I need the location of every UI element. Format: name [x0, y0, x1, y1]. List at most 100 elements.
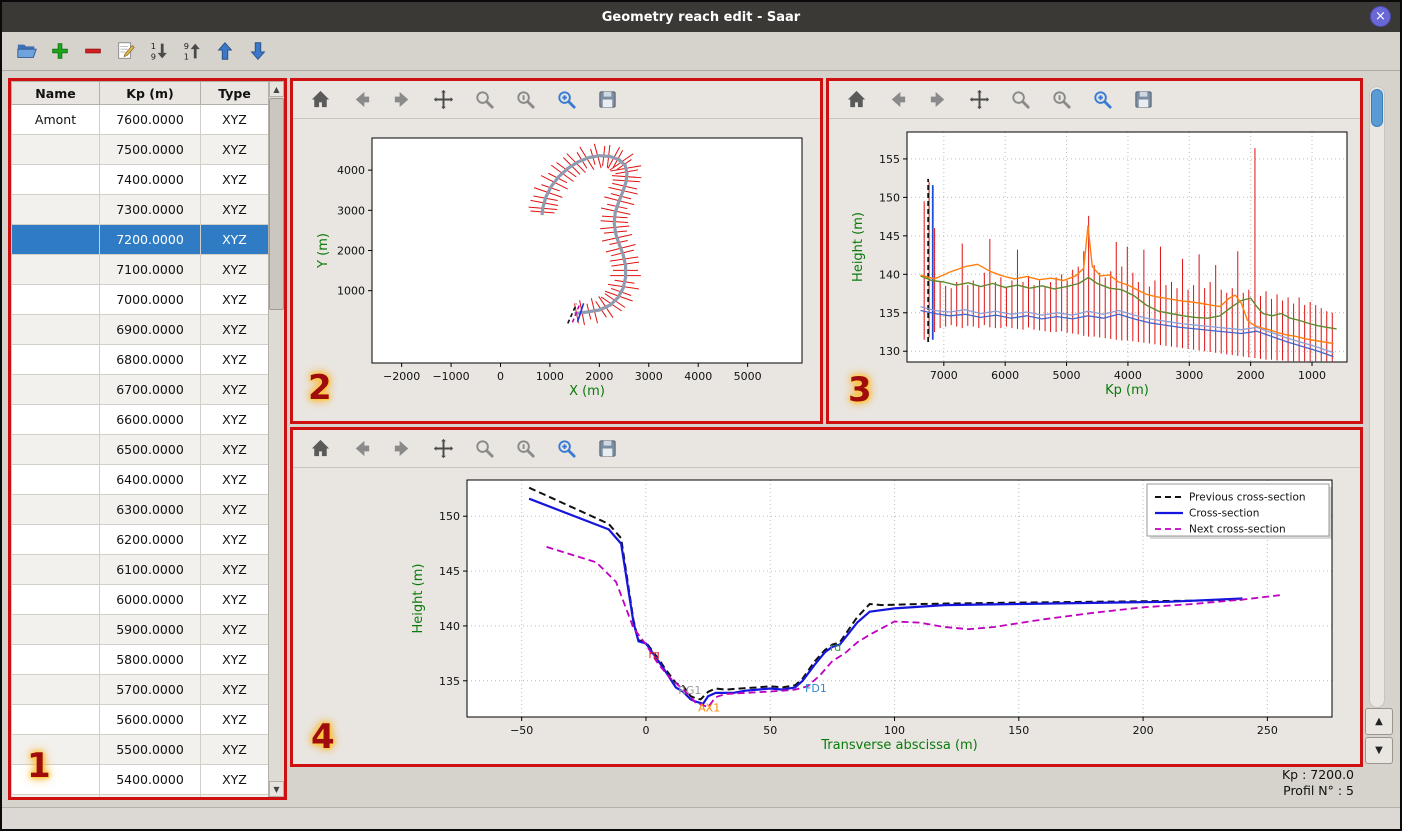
cell-name — [11, 494, 100, 525]
profile-row[interactable]: 6000.0000 XYZ — [11, 584, 268, 615]
open-file-button[interactable] — [14, 38, 40, 64]
right-scrollbar-thumb[interactable] — [1371, 89, 1383, 127]
inspect-button[interactable] — [1048, 87, 1074, 113]
profile-row[interactable]: 6800.0000 XYZ — [11, 344, 268, 375]
pan-button[interactable] — [966, 87, 992, 113]
profile-row[interactable]: 6700.0000 XYZ — [11, 374, 268, 405]
profile-row[interactable]: 5600.0000 XYZ — [11, 704, 268, 735]
svg-text:250: 250 — [1257, 724, 1278, 737]
back-button[interactable] — [348, 436, 374, 462]
table-scroll-down-button[interactable]: ▼ — [269, 781, 284, 797]
profile-row[interactable]: 5700.0000 XYZ — [11, 674, 268, 705]
longitudinal-plot-toolbar — [829, 81, 1360, 119]
profile-row[interactable]: 6600.0000 XYZ — [11, 404, 268, 435]
move-up-button[interactable] — [212, 38, 238, 64]
close-icon: × — [1375, 9, 1386, 24]
zoom-in-button[interactable] — [553, 436, 579, 462]
svg-text:2000: 2000 — [585, 370, 613, 383]
cell-type: XYZ — [200, 404, 268, 435]
profile-row[interactable]: 7500.0000 XYZ — [11, 134, 268, 165]
zoom-button[interactable] — [471, 87, 497, 113]
pan-button[interactable] — [430, 436, 456, 462]
window-title: Geometry reach edit - Saar — [601, 9, 801, 25]
pan-button[interactable] — [430, 87, 456, 113]
forward-button[interactable] — [925, 87, 951, 113]
profile-row[interactable]: 6200.0000 XYZ — [11, 524, 268, 555]
right-scrollbar[interactable] — [1369, 86, 1385, 708]
forward-button[interactable] — [389, 436, 415, 462]
forward-button[interactable] — [389, 87, 415, 113]
profile-row[interactable]: 6500.0000 XYZ — [11, 434, 268, 465]
profile-row[interactable]: 7200.0000 XYZ — [11, 224, 268, 255]
svg-text:Next cross-section: Next cross-section — [1189, 524, 1286, 536]
home-button[interactable] — [307, 436, 333, 462]
close-button[interactable]: × — [1370, 6, 1391, 27]
profile-up-button[interactable]: ▲ — [1365, 708, 1393, 735]
zoom-in-button[interactable] — [553, 87, 579, 113]
profile-row[interactable]: 7300.0000 XYZ — [11, 194, 268, 225]
svg-text:Y (m): Y (m) — [316, 233, 331, 269]
save-button[interactable] — [594, 87, 620, 113]
profile-row[interactable]: 5300.0000XYZ — [11, 794, 268, 797]
svg-text:4000: 4000 — [337, 164, 365, 177]
profile-row[interactable]: 6100.0000 XYZ — [11, 554, 268, 585]
home-button[interactable] — [843, 87, 869, 113]
profile-row[interactable]: 7400.0000 XYZ — [11, 164, 268, 195]
inspect-button[interactable] — [512, 436, 538, 462]
profile-row[interactable]: 7100.0000 XYZ — [11, 254, 268, 285]
cross-section-panel: −50 0 50 100 150 200 250 135 140 145 150 Transverse… — [290, 427, 1363, 767]
table-scrollbar[interactable]: ▲ ▼ — [268, 81, 284, 797]
back-button[interactable] — [348, 87, 374, 113]
cell-name — [11, 254, 100, 285]
profile-row[interactable]: 6300.0000 XYZ — [11, 494, 268, 525]
current-kp-label: Kp : 7200.0 — [1281, 767, 1354, 782]
save-icon — [596, 88, 619, 111]
plan-plot-canvas[interactable]: −2000 −1000 0 1000 2000 3000 4000 5000 1000 2000 3… — [293, 119, 820, 421]
save-button[interactable] — [594, 436, 620, 462]
remove-profile-button[interactable] — [80, 38, 106, 64]
cell-name — [11, 734, 100, 765]
svg-text:1: 1 — [184, 51, 189, 61]
table-scrollbar-thumb[interactable] — [269, 98, 284, 310]
profile-row[interactable]: Amont 7600.0000 XYZ — [11, 104, 268, 135]
cell-type: XYZ — [200, 254, 268, 285]
profile-row[interactable]: 6400.0000 XYZ — [11, 464, 268, 495]
zoom-button[interactable] — [1007, 87, 1033, 113]
title-bar[interactable]: Geometry reach edit - Saar × — [2, 2, 1400, 32]
edit-profile-button[interactable] — [113, 38, 139, 64]
home-button[interactable] — [307, 87, 333, 113]
cell-name — [11, 194, 100, 225]
cell-type: XYZ — [200, 794, 268, 797]
cell-kp: 6900.0000 — [99, 314, 201, 345]
cross-section-plot-canvas[interactable]: −50 0 50 100 150 200 250 135 140 145 150 Transverse… — [293, 468, 1360, 764]
sort-ascending-button[interactable]: 19 — [146, 38, 172, 64]
sort-descending-button[interactable]: 91 — [179, 38, 205, 64]
cell-type: XYZ — [200, 284, 268, 315]
cell-name — [11, 344, 100, 375]
inspect-button[interactable] — [512, 87, 538, 113]
profile-down-button[interactable]: ▼ — [1365, 737, 1393, 764]
profile-row[interactable]: 6900.0000 XYZ — [11, 314, 268, 345]
longitudinal-plot-canvas[interactable]: 7000 6000 5000 4000 3000 2000 1000 130 135 140 145… — [829, 119, 1360, 421]
cell-kp: 5700.0000 — [99, 674, 201, 705]
profile-row[interactable]: 5800.0000 XYZ — [11, 644, 268, 675]
cross-section-plot-toolbar — [293, 430, 1360, 468]
move-down-button[interactable] — [245, 38, 271, 64]
triangle-up-icon: ▲ — [273, 84, 280, 94]
zoom-button[interactable] — [471, 436, 497, 462]
profile-row[interactable]: 7000.0000 XYZ — [11, 284, 268, 315]
pan-icon — [432, 437, 455, 460]
save-button[interactable] — [1130, 87, 1156, 113]
cell-name — [11, 314, 100, 345]
add-profile-button[interactable] — [47, 38, 73, 64]
back-icon — [350, 88, 373, 111]
cell-kp: 6700.0000 — [99, 374, 201, 405]
cell-kp: 5900.0000 — [99, 614, 201, 645]
cell-kp: 7500.0000 — [99, 134, 201, 165]
cell-kp: 6200.0000 — [99, 524, 201, 555]
svg-text:150: 150 — [439, 510, 460, 523]
table-scroll-up-button[interactable]: ▲ — [269, 81, 284, 97]
back-button[interactable] — [884, 87, 910, 113]
zoom-in-button[interactable] — [1089, 87, 1115, 113]
profile-row[interactable]: 5900.0000 XYZ — [11, 614, 268, 645]
